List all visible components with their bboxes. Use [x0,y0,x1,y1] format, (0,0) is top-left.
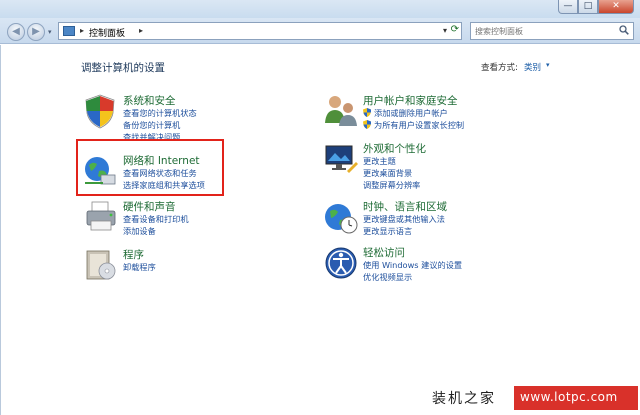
link-change-display-language[interactable]: 更改显示语言 [363,225,412,237]
link-label[interactable]: 为所有用户设置家长控制 [374,120,464,130]
category-title[interactable]: 用户帐户和家庭安全 [363,93,458,108]
minimize-button[interactable]: — [558,0,578,14]
link-optimize-display[interactable]: 优化视频显示 [363,271,412,283]
navigation-bar: ◀ ▶ ▾ ▸ 控制面板 ▸ ▾ ⟳ [0,18,640,44]
link-check-computer-status[interactable]: 查看您的计算机状态 [123,107,197,119]
category-title[interactable]: 硬件和声音 [123,199,176,214]
watermark-badge: www.lotpc.com [514,386,638,410]
breadcrumb-separator[interactable]: ▸ [80,26,84,35]
main-content: 调整计算机的设置 查看方式: 类别 ▾ 系统和安全 查看您的计算机状态 备份您的… [0,45,640,415]
address-bar[interactable]: ▸ 控制面板 ▸ ▾ ⟳ [58,22,462,40]
window-controls: — □ ✕ [558,0,634,15]
control-panel-icon [63,26,75,36]
link-parental-controls[interactable]: 为所有用户设置家长控制 [363,119,464,131]
shield-icon[interactable] [83,93,119,129]
link-change-background[interactable]: 更改桌面背景 [363,167,412,179]
clock-globe-icon[interactable] [323,199,359,235]
view-by-label: 查看方式: [481,63,518,73]
maximize-button[interactable]: □ [578,0,598,14]
link-devices-printers[interactable]: 查看设备和打印机 [123,213,189,225]
watermark-site-name: 装机之家 [432,391,496,407]
page-title: 调整计算机的设置 [81,62,165,74]
category-title[interactable]: 程序 [123,247,144,262]
link-add-remove-accounts[interactable]: 添加或删除用户帐户 [363,107,448,119]
category-title[interactable]: 轻松访问 [363,245,405,260]
search-input[interactable] [475,24,615,39]
users-icon[interactable] [323,93,359,129]
forward-button[interactable]: ▶ [27,23,45,41]
close-button[interactable]: ✕ [598,0,634,14]
link-change-theme[interactable]: 更改主题 [363,155,396,167]
printer-icon[interactable] [83,199,119,235]
link-uninstall-program[interactable]: 卸载程序 [123,261,156,273]
breadcrumb-separator[interactable]: ▸ [139,26,143,35]
refresh-icon[interactable]: ⟳ [451,24,459,35]
uac-shield-icon [363,120,371,129]
breadcrumb-control-panel[interactable]: 控制面板 [89,26,125,39]
accessibility-icon[interactable] [323,245,359,281]
link-screen-resolution[interactable]: 调整屏幕分辨率 [363,179,420,191]
category-title[interactable]: 时钟、语言和区域 [363,199,447,214]
search-icon[interactable] [619,25,629,38]
recent-pages-button[interactable]: ▾ [48,28,52,36]
address-dropdown-button[interactable]: ▾ [443,26,447,35]
link-change-input-method[interactable]: 更改键盘或其他输入法 [363,213,445,225]
title-bar: — □ ✕ [0,0,640,18]
link-backup-computer[interactable]: 备份您的计算机 [123,119,180,131]
uac-shield-icon [363,108,371,117]
watermark-url: www.lotpc.com [520,390,618,404]
highlight-box [76,139,224,196]
chevron-down-icon[interactable]: ▾ [546,61,550,69]
link-add-device[interactable]: 添加设备 [123,225,156,237]
view-by-dropdown[interactable]: 类别 [524,61,541,73]
category-title[interactable]: 系统和安全 [123,93,176,108]
display-icon[interactable] [323,141,359,177]
programs-icon[interactable] [83,247,119,283]
back-button[interactable]: ◀ [7,23,25,41]
link-recommended-settings[interactable]: 使用 Windows 建议的设置 [363,259,462,271]
link-label[interactable]: 添加或删除用户帐户 [374,108,448,118]
search-box[interactable] [470,22,634,40]
category-title[interactable]: 外观和个性化 [363,141,426,156]
